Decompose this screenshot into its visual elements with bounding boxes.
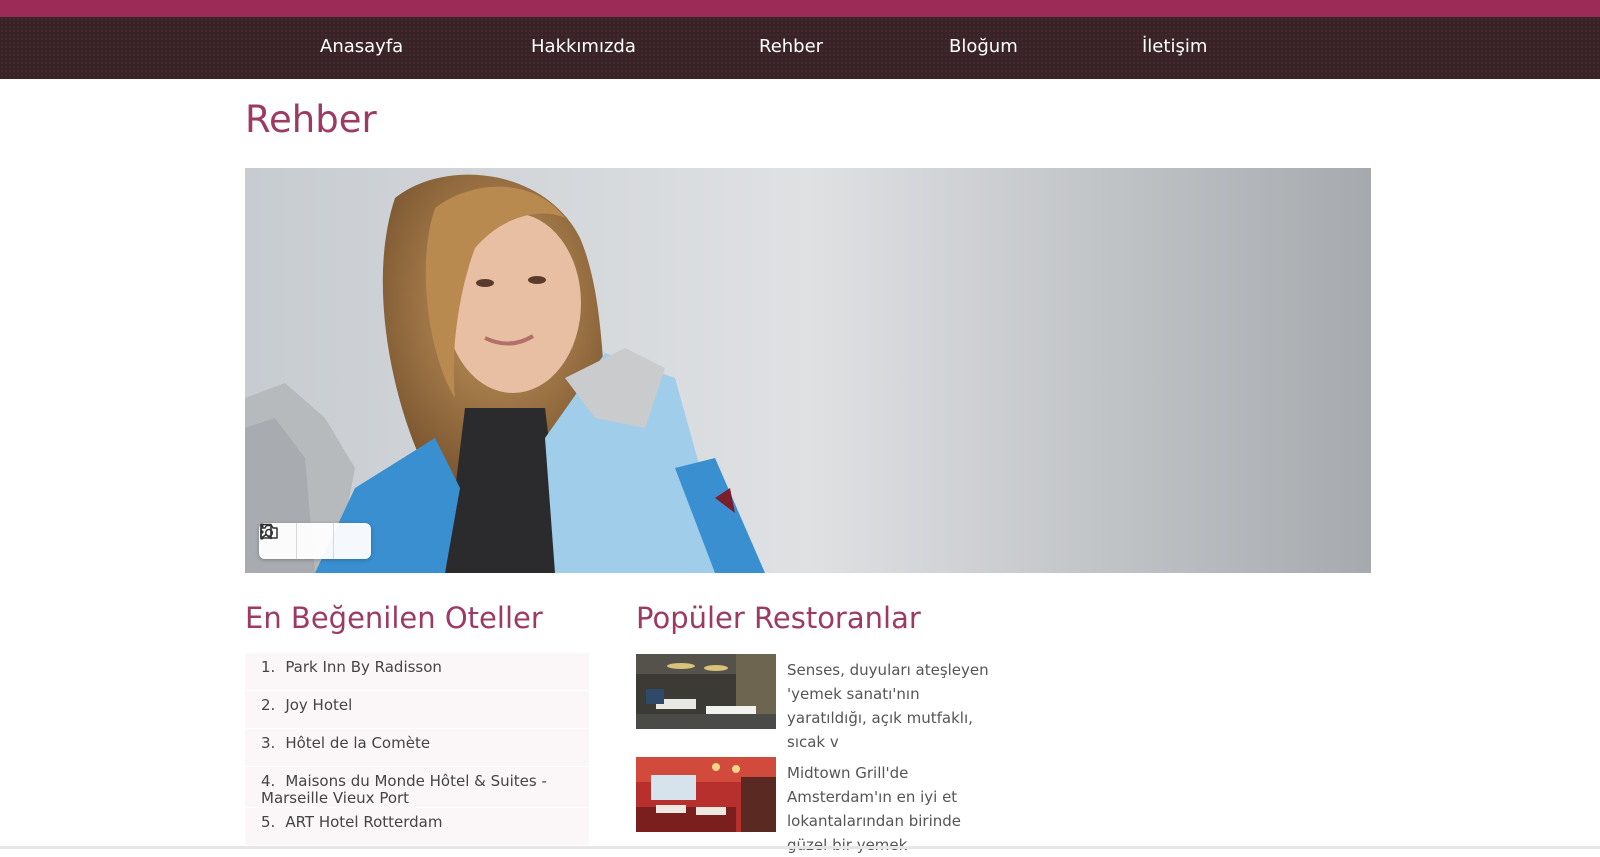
image-toolbar — [259, 523, 371, 559]
list-item[interactable]: 3. Hôtel de la Comète — [245, 729, 589, 767]
hero-image — [245, 168, 1371, 573]
camera-search-icon[interactable] — [260, 523, 334, 559]
top-accent-strip — [0, 0, 1600, 17]
nav-item-iletisim[interactable]: İletişim — [1142, 36, 1207, 57]
list-item[interactable]: 5. ART Hotel Rotterdam — [245, 808, 589, 846]
nav-item-anasayfa[interactable]: Anasayfa — [320, 36, 403, 57]
nav-item-rehber[interactable]: Rehber — [759, 36, 823, 57]
list-item[interactable]: 4. Maisons du Monde Hôtel & Suites - Mars… — [245, 767, 589, 808]
list-item-label: ART Hotel Rotterdam — [285, 813, 443, 831]
main-navbar: Anasayfa Hakkımızda Rehber Bloğum İletiş… — [0, 17, 1600, 79]
hero-photo-woman — [245, 168, 1371, 573]
list-item-label: Hôtel de la Comète — [285, 734, 431, 752]
list-item-number: 2. — [261, 696, 276, 714]
restaurant-thumbnail — [636, 757, 776, 832]
page-title: Rehber — [245, 98, 377, 141]
restaurant-thumbnail — [636, 654, 776, 729]
list-item-label: Joy Hotel — [285, 696, 353, 714]
restaurant-description: Senses, duyuları ateşleyen 'yemek sanatı… — [787, 661, 989, 751]
list-item-number: 5. — [261, 813, 276, 831]
list-item-number: 3. — [261, 734, 276, 752]
list-item-label: Maisons du Monde Hôtel & Suites - Marsei… — [261, 772, 547, 807]
list-item-number: 1. — [261, 658, 276, 676]
list-item[interactable]: 2. Joy Hotel — [245, 691, 589, 729]
list-item-number: 4. — [261, 772, 276, 790]
list-item-label: Park Inn By Radisson — [285, 658, 442, 676]
nav-item-hakkimizda[interactable]: Hakkımızda — [531, 36, 636, 57]
more-vertical-icon[interactable] — [260, 523, 371, 559]
hotels-section-title: En Beğenilen Oteller — [245, 601, 543, 635]
nav-item-blogum[interactable]: Bloğum — [949, 36, 1018, 57]
restaurants-section-title: Popüler Restoranlar — [636, 601, 921, 635]
restaurant-description: Midtown Grill'de Amsterdam'ın en iyi et … — [787, 764, 962, 854]
list-item[interactable]: 1. Park Inn By Radisson — [245, 653, 589, 691]
hotel-list: 1. Park Inn By Radisson 2. Joy Hotel 3. Hôt… — [245, 653, 589, 846]
